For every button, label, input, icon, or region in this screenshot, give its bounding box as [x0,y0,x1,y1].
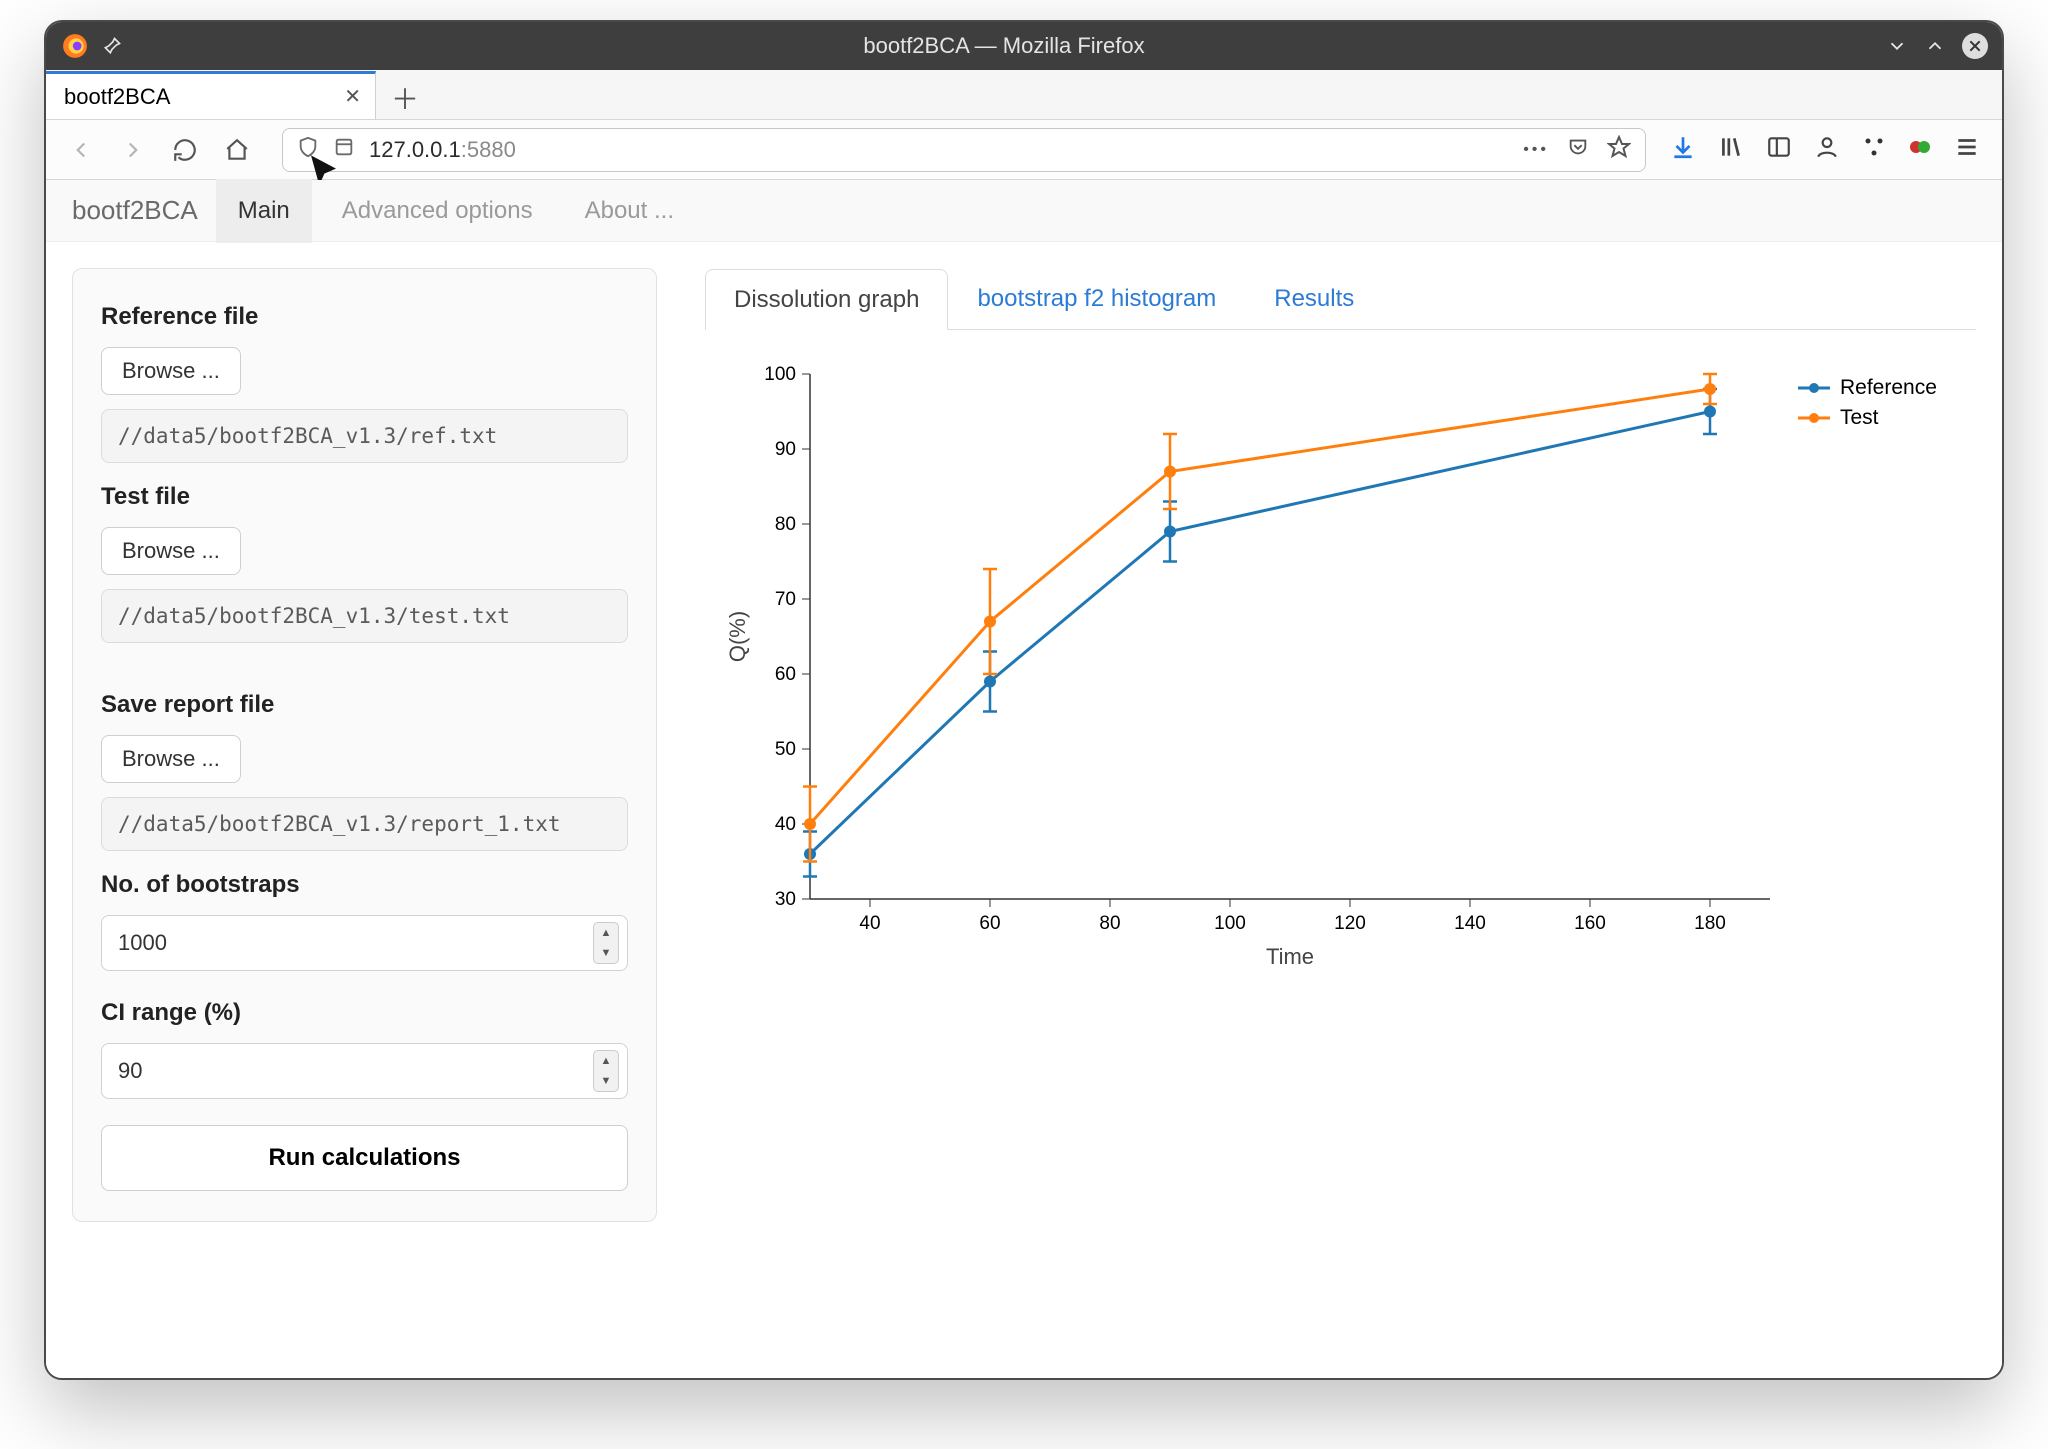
nav-main[interactable]: Main [216,179,312,243]
account-icon[interactable] [1814,134,1840,165]
url-bar[interactable]: 127.0.0.1:5880 ••• [282,128,1646,172]
chart-area: Dissolution graph bootstrap f2 histogram… [705,268,1976,1222]
nboot-value: 1000 [118,930,167,955]
window-close-button[interactable] [1962,33,1988,59]
dissolution-chart: 30 40 50 60 70 80 90 100 40 60 80 100 120 140 160 180 Ti… [715,354,1965,974]
nav-about[interactable]: About ... [563,179,696,243]
window-titlebar: bootf2BCA — Mozilla Firefox [46,22,2002,70]
svg-text:50: 50 [775,739,796,760]
save-path-input[interactable]: //data5/bootf2BCA_v1.3/report_1.txt [101,797,628,851]
tab-results[interactable]: Results [1245,268,1383,329]
svg-text:80: 80 [1099,913,1120,934]
nav-advanced[interactable]: Advanced options [320,179,555,243]
url-text: 127.0.0.1:5880 [369,137,1509,163]
pocket-icon[interactable] [1567,136,1589,163]
svg-text:60: 60 [775,664,796,685]
firefox-icon [62,33,88,59]
ext2-icon[interactable] [1908,135,1932,164]
tab-dissolution[interactable]: Dissolution graph [705,269,948,330]
ci-spinner[interactable]: ▲▼ [593,1050,619,1092]
nboot-input[interactable]: 1000 ▲▼ [101,915,628,971]
svg-text:Time: Time [1266,944,1314,969]
downloads-icon[interactable] [1670,134,1696,165]
svg-text:60: 60 [979,913,1000,934]
home-button[interactable] [216,129,258,171]
ext1-icon[interactable] [1862,135,1886,164]
sidebar-panel: Reference file Browse ... //data5/bootf2… [72,268,657,1222]
library-icon[interactable] [1718,134,1744,165]
app-navbar: bootf2BCA Main Advanced options About ..… [46,180,2002,242]
back-button[interactable] [60,129,102,171]
page-info-icon[interactable] [333,136,355,163]
bookmark-star-icon[interactable] [1607,135,1631,164]
browser-tabstrip: bootf2BCA ✕ ＋ [46,70,2002,120]
svg-text:120: 120 [1334,913,1366,934]
ref-browse-button[interactable]: Browse ... [101,347,241,395]
chart-tabs: Dissolution graph bootstrap f2 histogram… [705,268,1976,330]
ref-path-input[interactable]: //data5/bootf2BCA_v1.3/ref.txt [101,409,628,463]
svg-text:40: 40 [775,814,796,835]
test-file-label: Test file [101,483,628,511]
test-path-input[interactable]: //data5/bootf2BCA_v1.3/test.txt [101,589,628,643]
svg-text:80: 80 [775,514,796,535]
save-file-label: Save report file [101,691,628,719]
nboot-label: No. of bootstraps [101,871,628,899]
svg-text:40: 40 [859,913,880,934]
ci-label: CI range (%) [101,999,628,1027]
window-title: bootf2BCA — Mozilla Firefox [122,33,1886,59]
more-icon[interactable]: ••• [1523,141,1549,159]
sidebar-icon[interactable] [1766,134,1792,165]
chevron-up-icon[interactable] [1924,35,1946,57]
tab-close-icon[interactable]: ✕ [344,84,361,109]
nboot-spinner[interactable]: ▲▼ [593,922,619,964]
forward-button[interactable] [112,129,154,171]
save-browse-button[interactable]: Browse ... [101,735,241,783]
svg-text:100: 100 [764,364,796,385]
ci-value: 90 [118,1058,142,1083]
app-brand: bootf2BCA [62,195,208,226]
tab-histogram[interactable]: bootstrap f2 histogram [948,268,1245,329]
app-menu-button[interactable] [1954,134,1980,165]
browser-navbar: 127.0.0.1:5880 ••• [46,120,2002,180]
shield-icon[interactable] [297,136,319,163]
svg-text:160: 160 [1574,913,1606,934]
browser-tab[interactable]: bootf2BCA ✕ [46,71,376,119]
svg-text:100: 100 [1214,913,1246,934]
svg-text:180: 180 [1694,913,1726,934]
pin-icon[interactable] [102,36,122,56]
chevron-down-icon[interactable] [1886,35,1908,57]
svg-text:30: 30 [775,889,796,910]
reload-button[interactable] [164,129,206,171]
svg-text:Q(%): Q(%) [725,611,750,662]
run-button[interactable]: Run calculations [101,1125,628,1191]
ref-file-label: Reference file [101,303,628,331]
app-content: bootf2BCA Main Advanced options About ..… [46,180,2002,1378]
tab-title: bootf2BCA [64,84,170,110]
svg-text:Reference: Reference [1840,376,1937,399]
svg-text:90: 90 [775,439,796,460]
svg-text:70: 70 [775,589,796,610]
ci-input[interactable]: 90 ▲▼ [101,1043,628,1099]
svg-text:Test: Test [1840,406,1879,429]
test-browse-button[interactable]: Browse ... [101,527,241,575]
svg-text:140: 140 [1454,913,1486,934]
new-tab-button[interactable]: ＋ [382,77,428,119]
